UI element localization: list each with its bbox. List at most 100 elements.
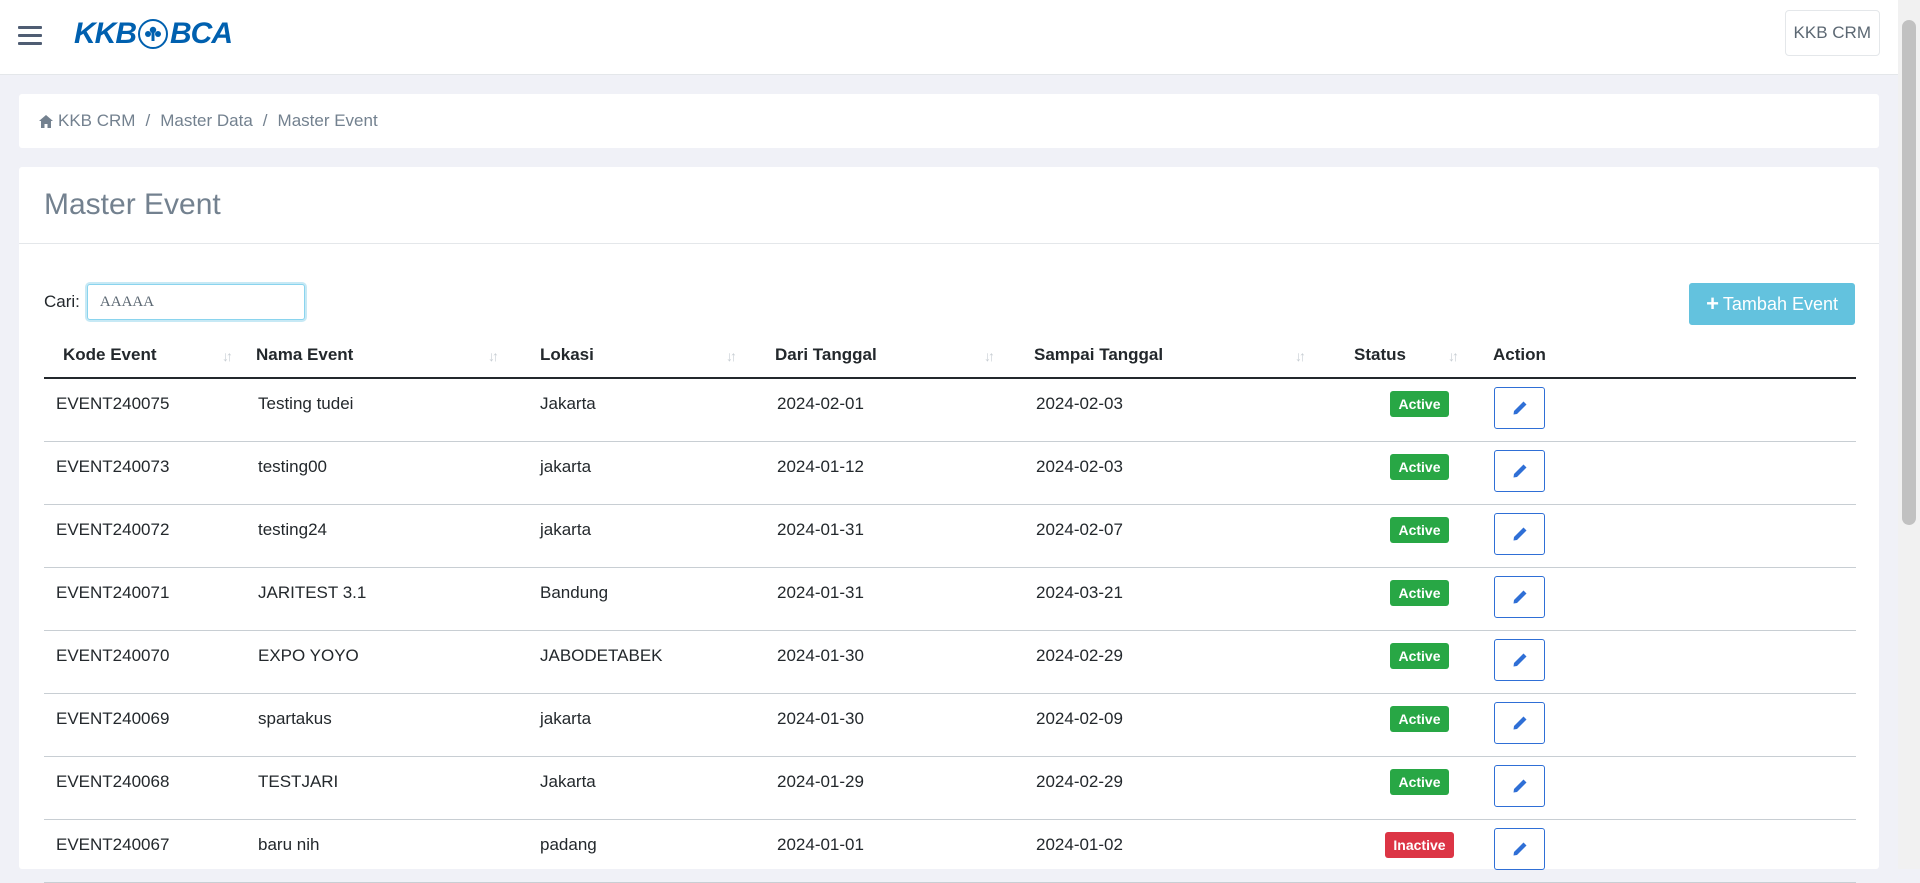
search-label: Cari: [44,292,80,311]
header-label: Action [1493,344,1546,364]
header-label: Sampai Tanggal [1034,344,1164,364]
column-header-status[interactable]: Status ↓↑ [1344,332,1483,379]
column-header-dari-tanggal[interactable]: Dari Tanggal ↓↑ [765,332,1024,379]
breadcrumb-item-home[interactable]: KKB CRM [39,111,135,131]
sort-icon[interactable]: ↓↑ [222,348,233,364]
table-row: EVENT240067 baru nih padang 2024-01-01 2… [44,819,1856,883]
cell-action [1483,504,1856,568]
cell-dari-tanggal: 2024-01-29 [765,756,1024,820]
cell-nama-event: EXPO YOYO [246,630,528,694]
cell-status: Active [1344,441,1483,505]
pencil-icon [1513,464,1526,477]
sort-icon[interactable]: ↓↑ [726,348,737,364]
edit-button[interactable] [1494,449,1545,492]
sort-icon[interactable]: ↓↑ [1448,348,1459,364]
cell-action [1483,567,1856,631]
page-scrollbar[interactable] [1898,0,1920,869]
plus-icon: + [1706,291,1719,316]
cell-lokasi: Jakarta [528,756,765,820]
cell-status: Active [1344,630,1483,694]
edit-button[interactable] [1494,512,1545,555]
cell-kode-event: EVENT240072 [44,504,246,568]
breadcrumb-item-master-data[interactable]: Master Data [160,111,253,131]
cell-sampai-tanggal: 2024-03-21 [1024,567,1344,631]
bca-emblem-icon [138,19,168,49]
cell-action [1483,378,1856,442]
table-row: EVENT240072 testing24 jakarta 2024-01-31… [44,504,1856,568]
column-header-kode-event[interactable]: Kode Event ↓↑ [44,332,246,379]
menu-toggle-icon[interactable] [18,26,42,46]
table-row: EVENT240069 spartakus jakarta 2024-01-30… [44,693,1856,757]
status-badge: Active [1390,642,1449,669]
cell-dari-tanggal: 2024-02-01 [765,378,1024,442]
logo-text-left: KKB [74,17,137,50]
user-menu-button[interactable]: KKB CRM [1784,10,1880,56]
cell-action [1483,441,1856,505]
cell-sampai-tanggal: 2024-02-09 [1024,693,1344,757]
status-badge: Active [1390,453,1449,480]
column-header-nama-event[interactable]: Nama Event ↓↑ [246,332,528,379]
sort-icon[interactable]: ↓↑ [1295,348,1306,364]
cell-action [1483,693,1856,757]
table-row: EVENT240068 TESTJARI Jakarta 2024-01-29 … [44,756,1856,820]
cell-status: Active [1344,504,1483,568]
column-header-sampai-tanggal[interactable]: Sampai Tanggal ↓↑ [1024,332,1344,379]
brand-logo[interactable]: KKB BCA [74,16,233,52]
cell-dari-tanggal: 2024-01-31 [765,504,1024,568]
cell-sampai-tanggal: 2024-02-07 [1024,504,1344,568]
edit-button[interactable] [1494,827,1545,870]
sort-icon[interactable]: ↓↑ [488,348,499,364]
cell-kode-event: EVENT240070 [44,630,246,694]
cell-lokasi: Bandung [528,567,765,631]
table-row: EVENT240070 EXPO YOYO JABODETABEK 2024-0… [44,630,1856,694]
cell-nama-event: testing00 [246,441,528,505]
cell-kode-event: EVENT240073 [44,441,246,505]
breadcrumb-item-master-event: Master Event [277,111,378,130]
column-header-lokasi[interactable]: Lokasi ↓↑ [528,332,765,379]
edit-button[interactable] [1494,575,1545,618]
cell-kode-event: EVENT240067 [44,819,246,883]
edit-button[interactable] [1494,701,1545,744]
table-row: EVENT240075 Testing tudei Jakarta 2024-0… [44,378,1856,442]
table-header-row: Kode Event ↓↑ Nama Event ↓↑ Lokasi ↓↑ Da… [44,332,1856,379]
cell-dari-tanggal: 2024-01-01 [765,819,1024,883]
scrollbar-thumb[interactable] [1902,20,1916,525]
cell-lokasi: padang [528,819,765,883]
cell-action [1483,630,1856,694]
pencil-icon [1513,590,1526,603]
cell-nama-event: Testing tudei [246,378,528,442]
cell-kode-event: EVENT240068 [44,756,246,820]
breadcrumb-separator: / [262,111,268,130]
cell-status: Active [1344,693,1483,757]
events-table-body: EVENT240075 Testing tudei Jakarta 2024-0… [44,378,1856,883]
cell-nama-event: spartakus [246,693,528,757]
sort-icon[interactable]: ↓↑ [984,348,995,364]
edit-button[interactable] [1494,387,1545,429]
cell-sampai-tanggal: 2024-02-03 [1024,378,1344,442]
status-badge: Active [1390,579,1449,606]
cell-status: Active [1344,756,1483,820]
breadcrumb: KKB CRM / Master Data / Master Event [19,94,1879,148]
cell-status: Inactive [1344,819,1483,883]
table-row: EVENT240071 JARITEST 3.1 Bandung 2024-01… [44,567,1856,631]
table-row: EVENT240073 testing00 jakarta 2024-01-12… [44,441,1856,505]
cell-lokasi: jakarta [528,441,765,505]
edit-button[interactable] [1494,638,1545,681]
cell-status: Active [1344,567,1483,631]
edit-button[interactable] [1494,764,1545,807]
page-title: Master Event [44,188,221,221]
header-label: Kode Event [63,344,157,364]
pencil-icon [1513,527,1526,540]
cell-kode-event: EVENT240071 [44,567,246,631]
cell-action [1483,819,1856,883]
cell-sampai-tanggal: 2024-01-02 [1024,819,1344,883]
cell-lokasi: jakarta [528,504,765,568]
cell-nama-event: TESTJARI [246,756,528,820]
cell-lokasi: jakarta [528,693,765,757]
cell-kode-event: EVENT240075 [44,378,246,442]
column-header-action: Action [1483,332,1856,379]
search-input[interactable] [86,284,305,320]
status-badge: Active [1390,516,1449,543]
add-event-button[interactable]: + Tambah Event [1689,283,1855,325]
cell-nama-event: baru nih [246,819,528,883]
